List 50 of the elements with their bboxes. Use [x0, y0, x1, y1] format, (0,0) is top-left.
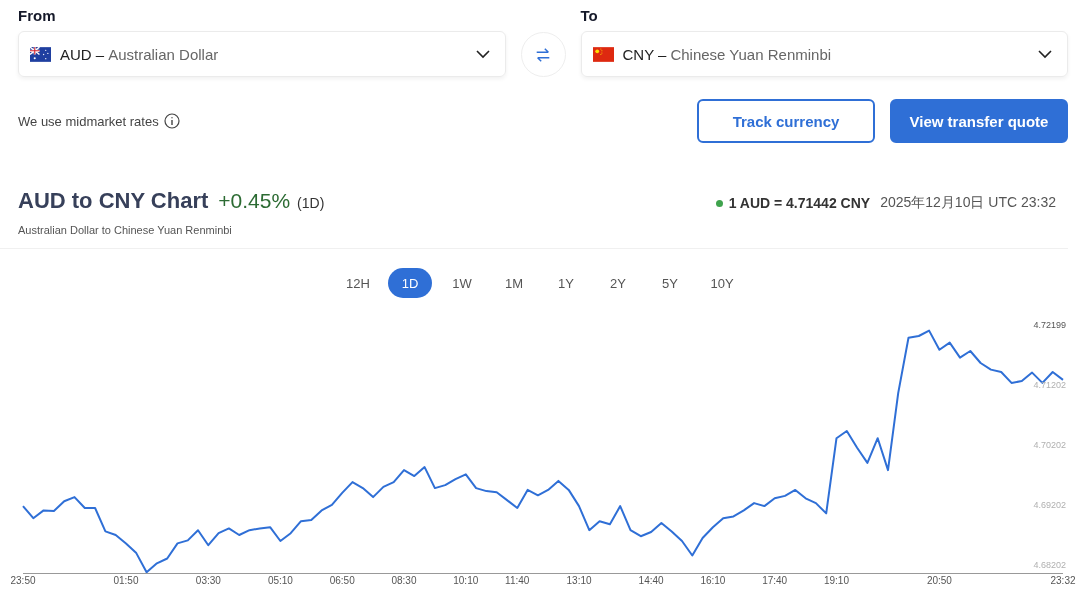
flag-icon	[30, 46, 51, 62]
x-tick-label: 16:10	[700, 575, 726, 586]
period-tab[interactable]: 1W	[440, 268, 484, 298]
y-tick-label: 4.71202	[1033, 379, 1066, 390]
chart-title: AUD to CNY Chart	[18, 188, 209, 214]
y-tick-label: 4.68202	[1033, 560, 1066, 571]
status-dot	[715, 199, 723, 207]
to-currency-select[interactable]: CNY – Chinese Yuan Renminbi	[580, 31, 1068, 77]
rate-change: +0.45%	[218, 189, 291, 213]
period-tab[interactable]: 1M	[492, 268, 536, 298]
x-tick-label: 23:50	[10, 575, 36, 586]
from-currency-select[interactable]: AUD – Australian Dollar	[18, 31, 506, 77]
x-tick-label: 14:40	[638, 575, 664, 586]
period-tab[interactable]: 1Y	[544, 268, 588, 298]
period-tab[interactable]: 10Y	[700, 268, 744, 298]
x-tick-label: 17:40	[762, 575, 788, 586]
y-tick-label: 4.70202	[1033, 440, 1066, 451]
period-tab[interactable]: 1D	[388, 268, 432, 298]
transfer-quote-button[interactable]: View transfer quote	[890, 99, 1068, 143]
chart-subtitle: Australian Dollar to Chinese Yuan Renminbi	[18, 224, 233, 236]
swap-arrows-icon	[534, 45, 552, 64]
x-tick-label: 13:10	[566, 575, 592, 586]
x-tick-label: 01:50	[113, 575, 139, 586]
x-tick-label: 19:10	[823, 575, 849, 586]
rate-timestamp: 2025年12月10日 UTC 23:32	[880, 194, 1056, 212]
x-tick-label: 08:30	[391, 575, 417, 586]
x-tick-label: 10:10	[453, 575, 479, 586]
y-tick-label: 4.72199	[1033, 320, 1066, 330]
period-tab[interactable]: 5Y	[648, 268, 692, 298]
y-tick-label: 4.69202	[1033, 500, 1066, 511]
change-period: (1D)	[297, 195, 325, 211]
period-tab[interactable]: 12H	[336, 268, 380, 298]
info-icon[interactable]	[163, 113, 180, 129]
currency-code: CNY –	[622, 45, 667, 63]
rates-note: We use midmarket rates	[18, 113, 159, 129]
currency-name: Chinese Yuan Renminbi	[670, 45, 833, 63]
x-tick-label: 11:40	[505, 575, 530, 586]
x-tick-label: 20:50	[926, 575, 952, 586]
flag-icon	[592, 46, 614, 62]
to-label: To	[580, 7, 599, 24]
currency-name: Australian Dollar	[108, 45, 220, 63]
exchange-rate: 1 AUD = 4.71442 CNY	[728, 195, 871, 211]
x-tick-label: 05:10	[267, 575, 293, 586]
track-currency-button[interactable]: Track currency	[697, 99, 875, 143]
x-tick-label: 06:50	[329, 575, 355, 586]
from-label: From	[18, 7, 57, 24]
x-tick-label: 23:32	[1050, 575, 1076, 586]
x-tick-label: 03:30	[195, 575, 221, 586]
currency-code: AUD –	[60, 45, 105, 63]
period-tab[interactable]: 2Y	[596, 268, 640, 298]
